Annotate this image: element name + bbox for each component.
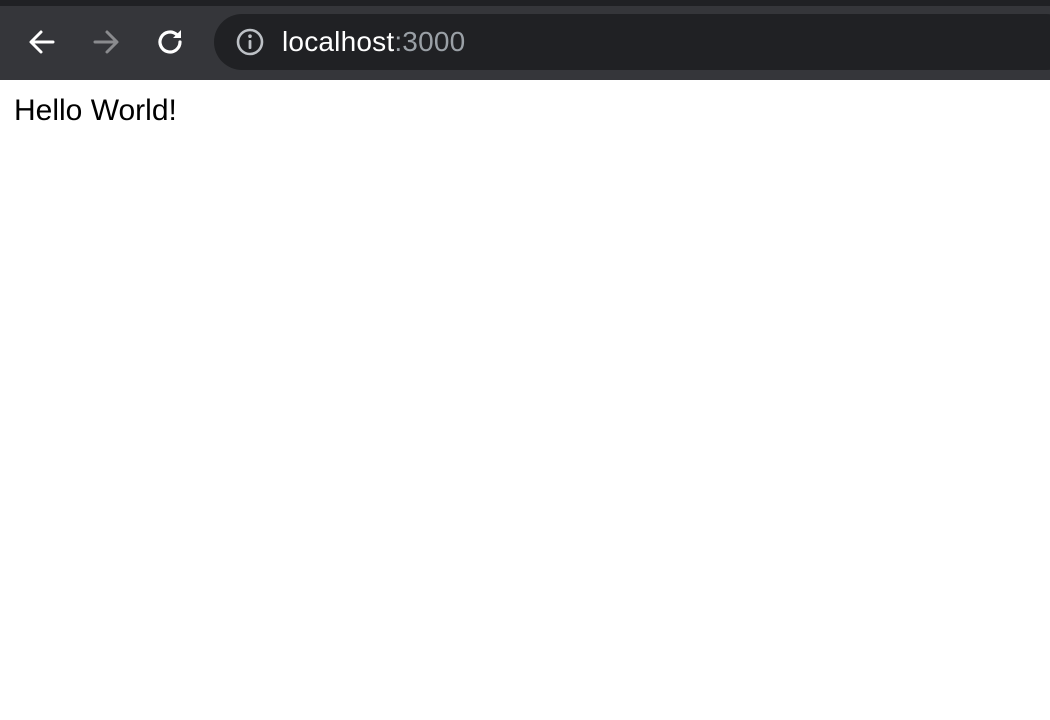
address-bar[interactable]: localhost:3000 bbox=[214, 14, 1050, 70]
reload-icon bbox=[158, 30, 182, 54]
browser-toolbar: localhost:3000 bbox=[0, 6, 1050, 80]
info-icon[interactable] bbox=[234, 26, 266, 58]
browser-window: localhost:3000 Hello World! bbox=[0, 0, 1050, 720]
arrow-right-icon bbox=[93, 30, 119, 54]
hello-text: Hello World! bbox=[14, 94, 177, 127]
arrow-left-icon bbox=[29, 30, 55, 54]
page-content: Hello World! bbox=[0, 80, 1050, 720]
url-port: :3000 bbox=[394, 26, 466, 57]
forward-button[interactable] bbox=[84, 20, 128, 64]
url-host: localhost bbox=[282, 26, 395, 57]
back-button[interactable] bbox=[20, 20, 64, 64]
reload-button[interactable] bbox=[148, 20, 192, 64]
url-text[interactable]: localhost:3000 bbox=[282, 14, 465, 70]
